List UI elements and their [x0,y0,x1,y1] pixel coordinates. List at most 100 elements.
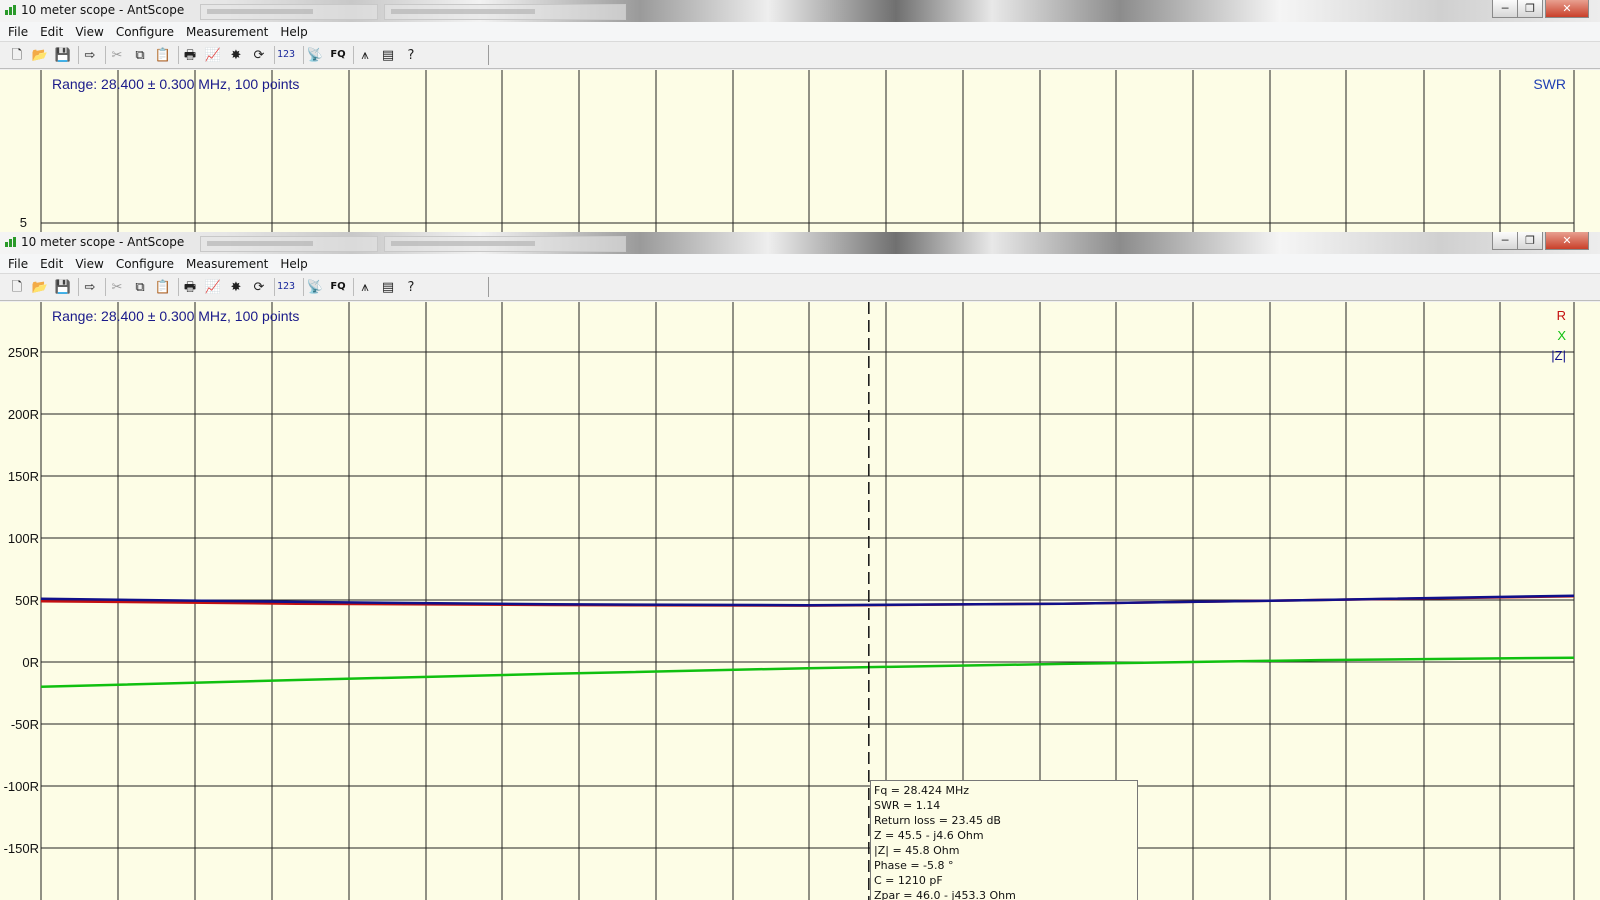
menu-measurement[interactable]: Measurement [180,257,274,271]
impedance-plot[interactable]: 250R 200R 150R 100R 50R 0R -50R -100R -150R Range… [0,302,1600,900]
menu-help[interactable]: Help [274,25,313,39]
close-button[interactable]: ✕ [1545,0,1589,18]
refresh-icon[interactable]: ⟳ [250,278,268,296]
toolbar-separator [178,278,179,296]
save-disk-icon[interactable]: 💾 [54,278,72,296]
y-tick-label: 0R [22,655,39,670]
toolbar: 🗋 📂 💾 ⇨ ✂ ⧉ 📋 🖶 📈 ✸ ⟳ 123 📡 FQ ⩚ ▤? [0,42,1600,69]
legend-z-magnitude: |Z| [1551,348,1566,363]
y-tick-label: -100R [4,779,39,794]
toolbar-separator [353,278,354,296]
minimize-button[interactable]: ─ [1492,232,1518,250]
paste-icon[interactable]: 📋 [154,278,172,296]
tooltip-line: Phase = -5.8 ° [874,859,954,872]
limits-icon[interactable]: ▤ [379,278,397,296]
print-icon[interactable]: 🖶 [181,46,199,64]
antenna-icon[interactable]: 📡 [306,278,324,296]
new-file-icon[interactable]: 🗋 [8,46,26,64]
swr-chart-svg[interactable]: Range: 28.400 ± 0.300 MHz, 100 points SWR… [0,70,1600,232]
tooltip-line: Fq = 28.424 MHz [874,784,970,797]
help-icon[interactable]: ? [402,278,420,296]
copy-icon[interactable]: ⧉ [131,278,149,296]
range-label: Range: 28.400 ± 0.300 MHz, 100 points [52,308,299,324]
chart-icon[interactable]: 📈 [204,46,222,64]
copy-icon[interactable]: ⧉ [131,46,149,64]
frequency-icon[interactable]: FQ [329,278,347,296]
close-button[interactable]: ✕ [1545,232,1589,250]
toolbar-separator [78,46,79,64]
menu-file[interactable]: File [0,25,34,39]
menu-view[interactable]: View [69,25,109,39]
tooltip-line: |Z| = 45.8 Ohm [874,844,960,857]
help-icon[interactable]: ? [402,46,420,64]
new-file-icon[interactable]: 🗋 [8,278,26,296]
measurement-tooltip: Fq = 28.424 MHz SWR = 1.14 Return loss = 2… [870,780,1138,900]
menu-help[interactable]: Help [274,257,313,271]
background-tab [200,236,378,252]
y-tick-label: -150R [4,841,39,856]
tooltip-line: Return loss = 23.45 dB [874,814,1001,827]
chart-icon[interactable]: 📈 [204,278,222,296]
toolbar-separator [105,278,106,296]
swr-plot[interactable]: Range: 28.400 ± 0.300 MHz, 100 points SWR… [0,70,1600,232]
y-tick-label: 5 [20,215,27,230]
y-tick-label: 50R [15,593,39,608]
refresh-icon[interactable]: ⟳ [250,46,268,64]
tooltip-line: C = 1210 pF [874,874,943,887]
print-icon[interactable]: 🖶 [181,278,199,296]
cut-icon[interactable]: ✂ [108,278,126,296]
background-tab [384,236,626,252]
numeric-icon[interactable]: 123 [277,278,295,296]
paste-icon[interactable]: 📋 [154,46,172,64]
menu-view[interactable]: View [69,257,109,271]
toolbar-separator [274,278,275,296]
menu-bar: File Edit View Configure Measurement Help [0,254,1600,274]
antscope-app-icon [5,5,16,15]
range-label: Range: 28.400 ± 0.300 MHz, 100 points [52,76,299,92]
legend-x: X [1557,328,1566,343]
toolbar-separator [274,46,275,64]
menu-file[interactable]: File [0,257,34,271]
antenna-icon[interactable]: 📡 [306,46,324,64]
menu-bar: File Edit View Configure Measurement Help [0,22,1600,42]
menu-edit[interactable]: Edit [34,25,69,39]
save-disk-icon[interactable]: 💾 [54,46,72,64]
maximize-button[interactable]: ❐ [1517,232,1543,250]
open-folder-icon[interactable]: 📂 [31,278,49,296]
minimize-button[interactable]: ─ [1492,0,1518,18]
limits-icon[interactable]: ▤ [379,46,397,64]
toolbar-separator [178,46,179,64]
maximize-button[interactable]: ❐ [1517,0,1543,18]
antscope-window-swr: 10 meter scope - AntScope ─ ❐ ✕ File Edit… [0,0,1600,232]
toolbar-separator [78,278,79,296]
markers-icon[interactable]: ⩚ [356,46,374,64]
legend-r: R [1557,308,1566,323]
y-tick-label: 150R [8,469,39,484]
numeric-icon[interactable]: 123 [277,46,295,64]
import-icon[interactable]: ⇨ [81,278,99,296]
y-tick-label: 200R [8,407,39,422]
y-tick-label: -50R [11,717,39,732]
scan-icon[interactable]: ✸ [227,278,245,296]
y-tick-label: 250R [8,345,39,360]
cut-icon[interactable]: ✂ [108,46,126,64]
scan-icon[interactable]: ✸ [227,46,245,64]
frequency-icon[interactable]: FQ [329,46,347,64]
menu-configure[interactable]: Configure [110,257,180,271]
menu-configure[interactable]: Configure [110,25,180,39]
toolbar-separator [353,46,354,64]
window-title: 10 meter scope - AntScope [21,235,185,249]
markers-icon[interactable]: ⩚ [356,278,374,296]
antscope-app-icon [5,237,16,247]
antscope-window-impedance: 10 meter scope - AntScope ─ ❐ ✕ File Edit… [0,232,1600,900]
tooltip-line: Z = 45.5 - j4.6 Ohm [874,829,984,842]
title-bar[interactable]: 10 meter scope - AntScope ─ ❐ ✕ [0,0,1600,22]
title-bar[interactable]: 10 meter scope - AntScope ─ ❐ ✕ [0,232,1600,254]
menu-measurement[interactable]: Measurement [180,25,274,39]
toolbar-separator [303,278,304,296]
menu-edit[interactable]: Edit [34,257,69,271]
import-icon[interactable]: ⇨ [81,46,99,64]
open-folder-icon[interactable]: 📂 [31,46,49,64]
tooltip-line: SWR = 1.14 [874,799,941,812]
impedance-chart-svg[interactable]: 250R 200R 150R 100R 50R 0R -50R -100R -150R Range… [0,302,1600,900]
